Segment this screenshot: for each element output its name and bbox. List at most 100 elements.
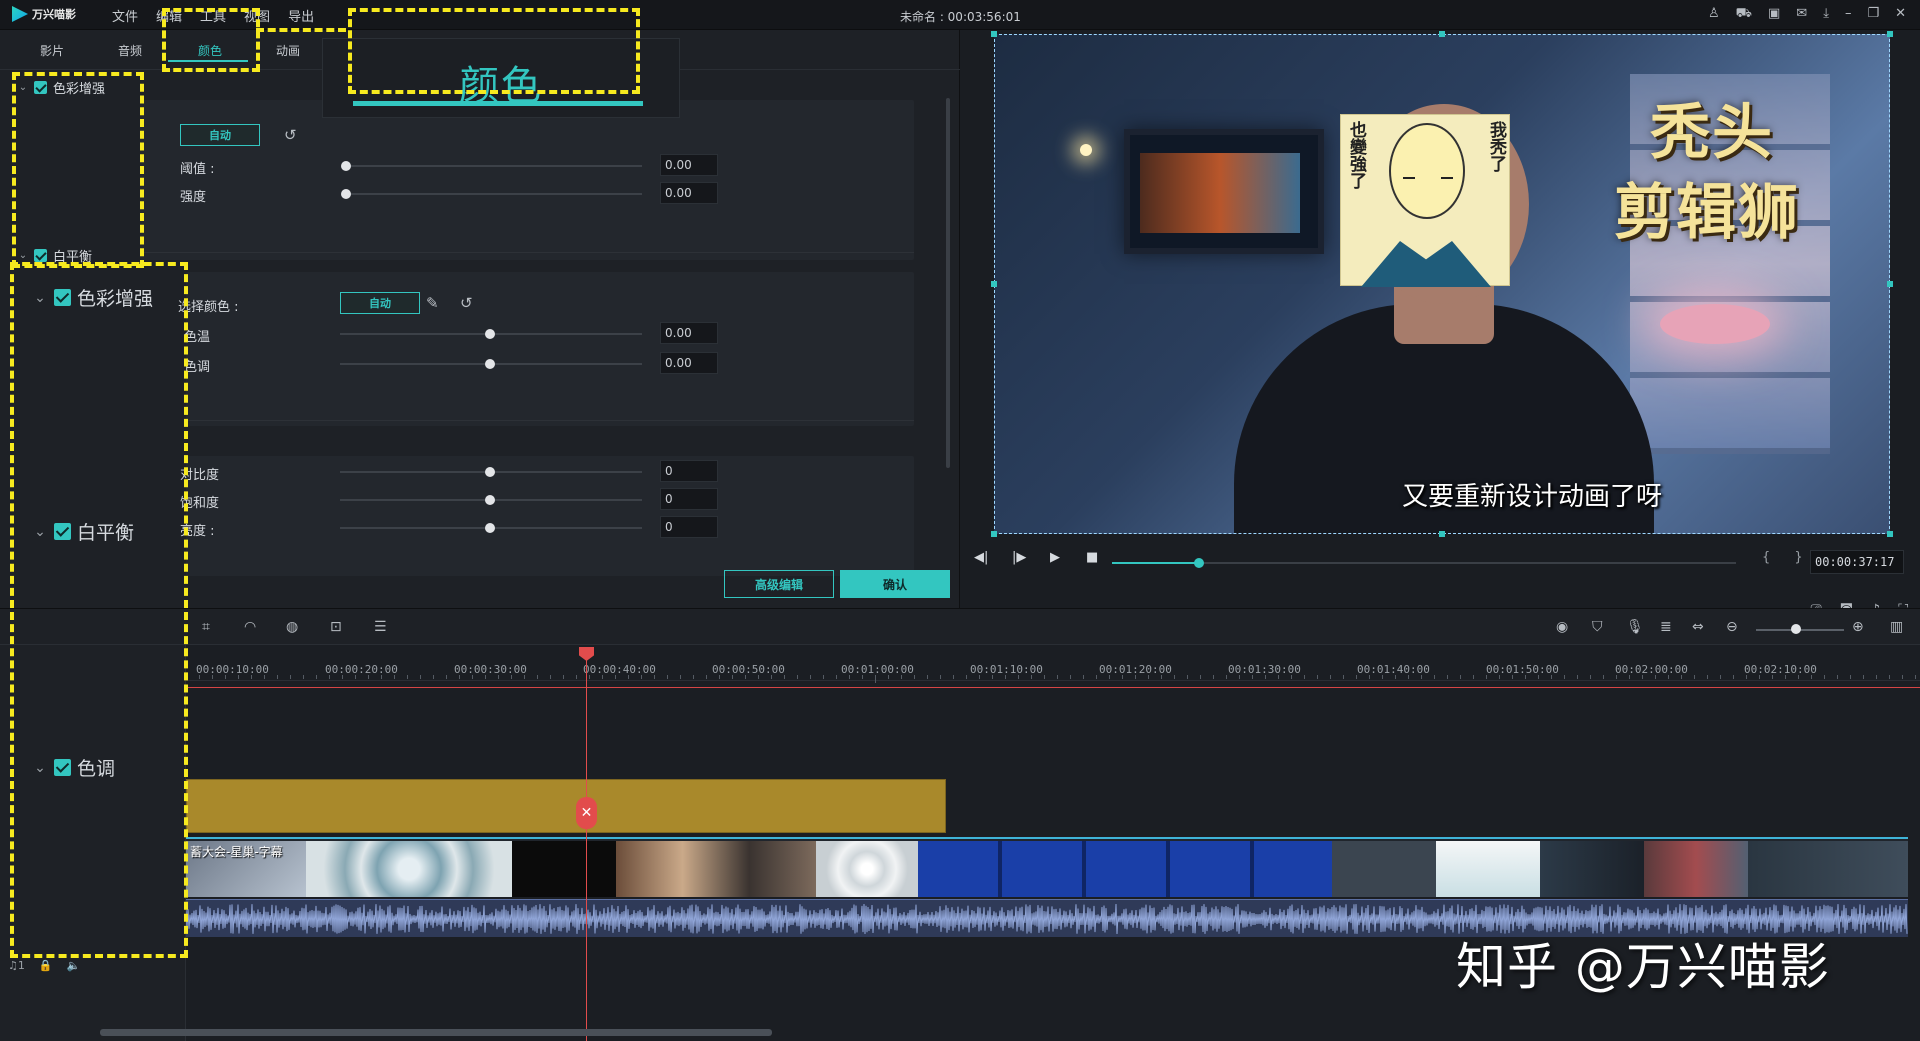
effect-clip[interactable] [186,779,946,833]
color-icon[interactable]: ◍ [286,619,298,635]
progress-knob[interactable] [1194,558,1205,568]
video-clip[interactable] [1540,841,1644,897]
cart-icon[interactable]: ⛟ [1736,6,1752,23]
resize-handle[interactable] [1439,531,1445,537]
chevron-down-icon[interactable]: ⌄ [32,760,48,776]
ruler-tick [1317,675,1318,679]
adjust-icon[interactable]: ☰ [374,619,387,635]
tab-animation[interactable]: 动画 [276,42,300,59]
video-clip[interactable] [1644,841,1748,897]
mic-icon[interactable]: 🎙 [1626,619,1644,635]
intensity-value[interactable]: 0.00 [660,182,718,204]
save-icon[interactable]: ▣ [1768,6,1780,23]
eyedropper-icon[interactable]: ✎ [426,294,439,312]
threshold-slider[interactable] [341,161,642,171]
reset-icon[interactable]: ↺ [284,126,297,144]
slider-knob[interactable] [485,329,495,339]
menu-file[interactable]: 文件 [112,6,138,25]
saturation-value[interactable]: 0 [660,488,718,510]
reset-icon[interactable]: ↺ [460,294,473,312]
restore-icon[interactable]: ❐ [1867,6,1879,23]
video-track[interactable]: 蓄大会-星巢-字幕 [186,837,1908,897]
resize-handle[interactable] [991,281,997,287]
video-clip[interactable] [816,841,918,897]
green-screen-icon[interactable]: ⊡ [330,619,342,635]
timeline-scrollbar[interactable] [100,1029,772,1036]
ruler-tick [745,675,746,679]
close-icon[interactable]: ✕ [1895,6,1906,23]
resize-handle[interactable] [991,31,997,37]
slider-knob[interactable] [485,359,495,369]
mute-icon[interactable]: 🔈 [67,959,81,972]
slider-knob[interactable] [485,495,495,505]
intensity-slider[interactable] [341,189,642,199]
lock-icon[interactable]: 🔒 [39,959,53,972]
split-icon[interactable]: ✕ [576,797,597,829]
checkbox-tone-big[interactable] [54,759,71,776]
slider-knob[interactable] [485,467,495,477]
resize-handle[interactable] [1887,31,1893,37]
temperature-value[interactable]: 0.00 [660,322,718,344]
brightness-value[interactable]: 0 [660,516,718,538]
contrast-value[interactable]: 0 [660,460,718,482]
resize-handle[interactable] [1887,531,1893,537]
video-clip[interactable]: 蓄大会-星巢-字幕 [186,841,306,897]
menu-export[interactable]: 导出 [288,6,314,25]
panel-scrollbar[interactable] [946,98,950,468]
account-icon[interactable]: ♙ [1708,6,1720,23]
tab-audio[interactable]: 音频 [118,42,142,59]
resize-handle[interactable] [1439,31,1445,37]
playhead[interactable]: ✕ [576,647,597,1041]
video-clip[interactable] [616,841,816,897]
marker-icon[interactable]: ⛉ [1592,619,1603,635]
resize-handle[interactable] [991,531,997,537]
prev-frame-icon[interactable]: ◀| [974,550,988,565]
temperature-slider[interactable] [340,329,642,339]
video-clip[interactable] [918,841,1332,897]
contrast-slider[interactable] [340,467,642,477]
play-icon[interactable]: ▶ [1050,550,1060,565]
auto-white-balance-button[interactable]: 自动 [340,292,420,314]
speed-icon[interactable]: ◠ [244,619,256,635]
crop-icon[interactable]: ⌗ [202,619,210,635]
video-clip[interactable] [306,841,512,897]
playback-progress[interactable] [1112,558,1736,568]
tint-value[interactable]: 0.00 [660,352,718,374]
slider-knob[interactable] [341,189,351,199]
minimize-icon[interactable]: – [1845,6,1852,23]
ruler-tick [1447,675,1448,679]
render-icon[interactable]: ◉ [1556,619,1568,635]
tint-slider[interactable] [340,359,642,369]
video-clip[interactable] [1332,841,1436,897]
resize-handle[interactable] [1887,281,1893,287]
panel-layout-icon[interactable]: ▥ [1890,619,1903,635]
brightness-slider[interactable] [340,523,642,533]
auto-enhance-button[interactable]: 自动 [180,124,260,146]
ruler-tick [1564,675,1565,679]
download-icon[interactable]: ⤓ [1823,6,1829,23]
tab-video[interactable]: 影片 [40,42,64,59]
video-clip[interactable] [1436,841,1540,897]
fit-icon[interactable]: ⇔ [1692,619,1704,635]
slider-knob[interactable] [341,161,351,171]
audio-mixer-icon[interactable]: ≣ [1660,619,1672,635]
stop-icon[interactable]: ■ [1086,550,1098,565]
zoom-knob[interactable] [1790,624,1801,634]
white-balance-params [186,272,914,426]
threshold-value[interactable]: 0.00 [660,154,718,176]
step-back-icon[interactable]: |▶ [1012,550,1026,565]
saturation-slider[interactable] [340,495,642,505]
confirm-button[interactable]: 确认 [840,570,950,598]
slider-knob[interactable] [485,523,495,533]
video-clip[interactable] [1748,841,1908,897]
advanced-edit-button[interactable]: 高级编辑 [724,570,834,598]
zoom-out-icon[interactable]: ⊖ [1726,619,1738,635]
section-tone[interactable]: ⌄ 色调 [32,754,115,781]
ruler-tick [199,675,200,679]
in-out-markers[interactable]: { } [1762,550,1813,565]
ruler-tick [589,675,590,679]
video-clip[interactable] [512,841,616,897]
mail-icon[interactable]: ✉ [1796,6,1807,23]
zoom-in-icon[interactable]: ⊕ [1852,619,1864,635]
time-ruler[interactable]: 00:00:10:00 00:00:20:00 00:00:30:00 00:00:4… [186,645,1920,683]
